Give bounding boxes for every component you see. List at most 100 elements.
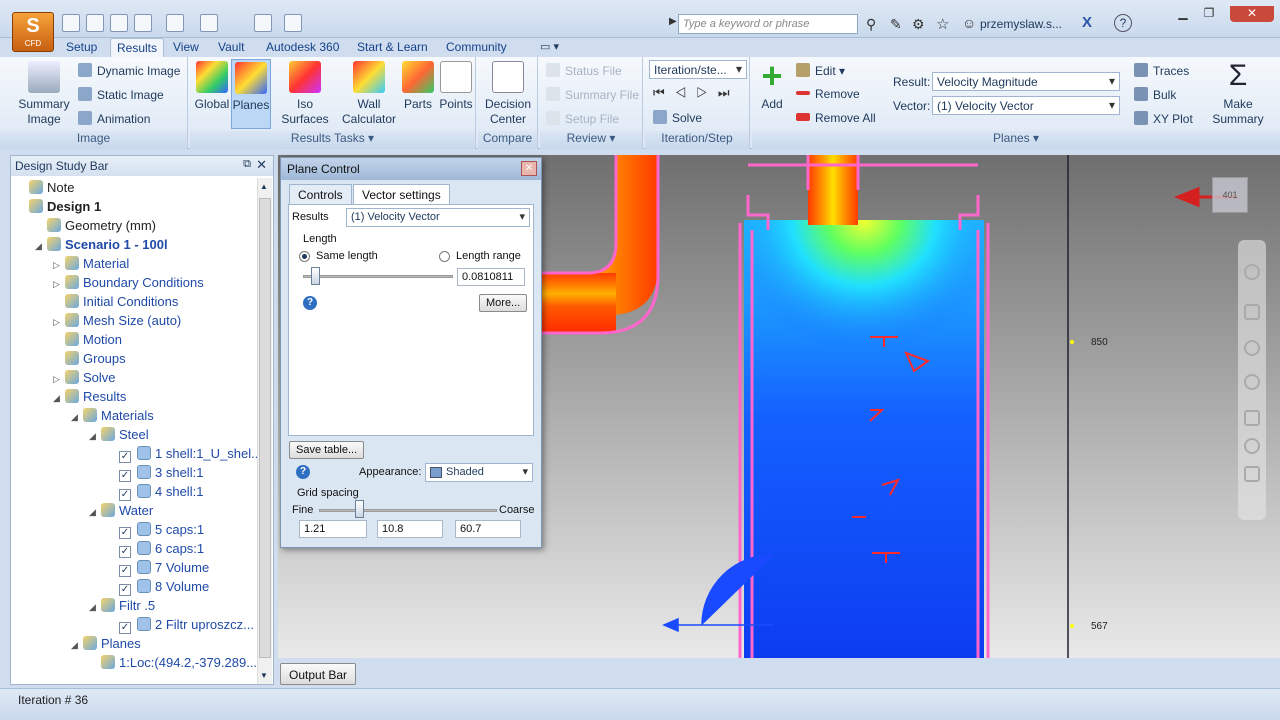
wrench-icon[interactable]: ✎: [890, 16, 902, 33]
summary-image-button[interactable]: Summary Image: [14, 61, 74, 127]
iso-surfaces-button[interactable]: Iso Surfaces: [274, 61, 336, 127]
grid-spacing-slider-track[interactable]: [319, 509, 497, 512]
tree-item[interactable]: ▷ Material: [53, 254, 129, 273]
tree-item[interactable]: ✓ 8 Volume: [107, 577, 209, 596]
add-plane-button[interactable]: + Add: [754, 58, 790, 112]
expand-toggle-icon[interactable]: ◢: [89, 427, 101, 446]
plane-control-titlebar[interactable]: Plane Control ✕: [281, 158, 541, 180]
solve-button[interactable]: Solve: [653, 110, 702, 125]
tab-results[interactable]: Results: [110, 38, 165, 58]
more-button[interactable]: More...: [479, 294, 528, 312]
viewcube[interactable]: 401: [1212, 177, 1248, 213]
visibility-checkbox[interactable]: ✓: [119, 565, 131, 577]
exchange-icon[interactable]: X: [1082, 14, 1092, 31]
open-file-icon[interactable]: [86, 14, 104, 32]
xy-plot-button[interactable]: XY Plot: [1134, 111, 1193, 126]
visibility-checkbox[interactable]: ✓: [119, 584, 131, 596]
scroll-up-icon[interactable]: ▲: [260, 182, 268, 191]
close-panel-icon[interactable]: ✕: [256, 157, 267, 173]
tree-item[interactable]: Note: [17, 178, 74, 197]
length-value-input[interactable]: 0.0810811: [457, 268, 525, 286]
tree-item[interactable]: Initial Conditions: [53, 292, 178, 311]
expand-toggle-icon[interactable]: ◢: [71, 636, 83, 655]
tree-item[interactable]: Groups: [53, 349, 126, 368]
close-nav-icon[interactable]: [1244, 438, 1260, 454]
edit-plane-button[interactable]: Edit ▾: [796, 63, 845, 78]
search-input[interactable]: Type a keyword or phrase: [678, 14, 858, 34]
tab-autodesk-360[interactable]: Autodesk 360: [260, 38, 345, 58]
result-select[interactable]: Velocity Magnitude: [932, 72, 1120, 91]
close-icon[interactable]: ✕: [521, 161, 537, 176]
remove-plane-button[interactable]: Remove: [796, 87, 860, 101]
tab-view[interactable]: View: [167, 38, 205, 58]
tree-item[interactable]: ✓ 6 caps:1: [107, 539, 204, 558]
settings-icon[interactable]: [284, 14, 302, 32]
close-window-button[interactable]: ✕: [1230, 6, 1274, 22]
tree-item[interactable]: ✓ 7 Volume: [107, 558, 209, 577]
tab-controls[interactable]: Controls: [289, 184, 352, 205]
tree-item[interactable]: ◢ Steel: [89, 425, 149, 444]
pan-icon[interactable]: [1244, 304, 1260, 320]
wall-calculator-button[interactable]: Wall Calculator: [340, 61, 398, 127]
help-icon[interactable]: ?: [303, 296, 317, 310]
app-menu-button[interactable]: S CFD: [12, 12, 54, 52]
subscription-icon[interactable]: ⚙: [912, 16, 925, 33]
tree-item[interactable]: ▷ Boundary Conditions: [53, 273, 204, 292]
iteration-step-select[interactable]: Iteration/ste...: [649, 60, 747, 79]
tree-item[interactable]: ✓ 2 Filtr uproszcz...: [107, 615, 254, 634]
dynamic-image-button[interactable]: Dynamic Image: [78, 63, 180, 78]
remove-all-planes-button[interactable]: Remove All: [796, 111, 876, 125]
tree-item[interactable]: ✓ 1 shell:1_U_shel...: [107, 444, 259, 463]
summary-file-button[interactable]: Summary File: [546, 87, 639, 102]
visibility-checkbox[interactable]: ✓: [119, 451, 131, 463]
tree-item[interactable]: Geometry (mm): [35, 216, 156, 235]
planes-button[interactable]: Planes: [231, 59, 271, 129]
orbit-icon[interactable]: [1244, 374, 1260, 390]
expand-toggle-icon[interactable]: ◢: [89, 598, 101, 617]
float-panel-icon[interactable]: ⧉: [243, 158, 251, 171]
parts-button[interactable]: Parts: [400, 61, 436, 112]
favorites-icon[interactable]: ☆: [936, 15, 949, 33]
tree-item[interactable]: Motion: [53, 330, 122, 349]
save-all-icon[interactable]: [134, 14, 152, 32]
setup-file-button[interactable]: Setup File: [546, 111, 619, 126]
appearance-help-icon[interactable]: ?: [296, 465, 310, 479]
view-face-icon[interactable]: [1244, 466, 1260, 482]
restore-button[interactable]: ❐: [1196, 6, 1222, 22]
tree-item[interactable]: ✓ 3 shell:1: [107, 463, 203, 482]
zoom-icon[interactable]: [1244, 340, 1260, 356]
tree-item[interactable]: ◢ Filtr .5: [89, 596, 155, 615]
help-icon[interactable]: ?: [1114, 14, 1132, 32]
tab-vector-settings[interactable]: Vector settings: [353, 184, 450, 205]
expand-toggle-icon[interactable]: ◢: [53, 389, 65, 408]
expand-toggle-icon[interactable]: ◢: [35, 237, 47, 256]
tree-item[interactable]: ◢ Results: [53, 387, 126, 406]
save-icon[interactable]: [110, 14, 128, 32]
visibility-checkbox[interactable]: ✓: [119, 470, 131, 482]
step-navigation-icons[interactable]: ⏮◁▷⏭: [653, 85, 740, 101]
search-arrow-icon[interactable]: ▶: [669, 16, 677, 27]
scroll-thumb[interactable]: [259, 198, 271, 658]
visibility-checkbox[interactable]: ✓: [119, 546, 131, 558]
tree-item[interactable]: ◢ Planes: [71, 634, 141, 653]
tab-start-learn[interactable]: Start & Learn: [351, 38, 434, 58]
view-icon[interactable]: [254, 14, 272, 32]
window-icon[interactable]: [200, 14, 218, 32]
points-button[interactable]: Points: [437, 61, 475, 112]
review-group-label[interactable]: Review ▾: [540, 131, 642, 149]
results-select[interactable]: (1) Velocity Vector: [346, 208, 530, 227]
tree-item[interactable]: ▷ Solve: [53, 368, 116, 387]
tree-item[interactable]: ▷ Mesh Size (auto): [53, 311, 181, 330]
results-tasks-group-label[interactable]: Results Tasks ▾: [190, 131, 475, 149]
bulk-button[interactable]: Bulk: [1134, 87, 1176, 102]
output-bar-button[interactable]: Output Bar: [280, 663, 357, 685]
tab-community[interactable]: Community: [440, 38, 513, 58]
user-name[interactable]: przemyslaw.s...: [980, 17, 1062, 31]
ribbon-options-icon[interactable]: ▭ ▾: [540, 40, 559, 53]
tree-item[interactable]: ✓ 4 shell:1: [107, 482, 203, 501]
save-table-button[interactable]: Save table...: [289, 441, 365, 459]
visibility-checkbox[interactable]: ✓: [119, 527, 131, 539]
grid-fine-input[interactable]: 1.21: [299, 520, 367, 538]
minimize-button[interactable]: ▁: [1170, 6, 1196, 22]
tree-item[interactable]: ◢ Scenario 1 - 100l: [35, 235, 168, 254]
